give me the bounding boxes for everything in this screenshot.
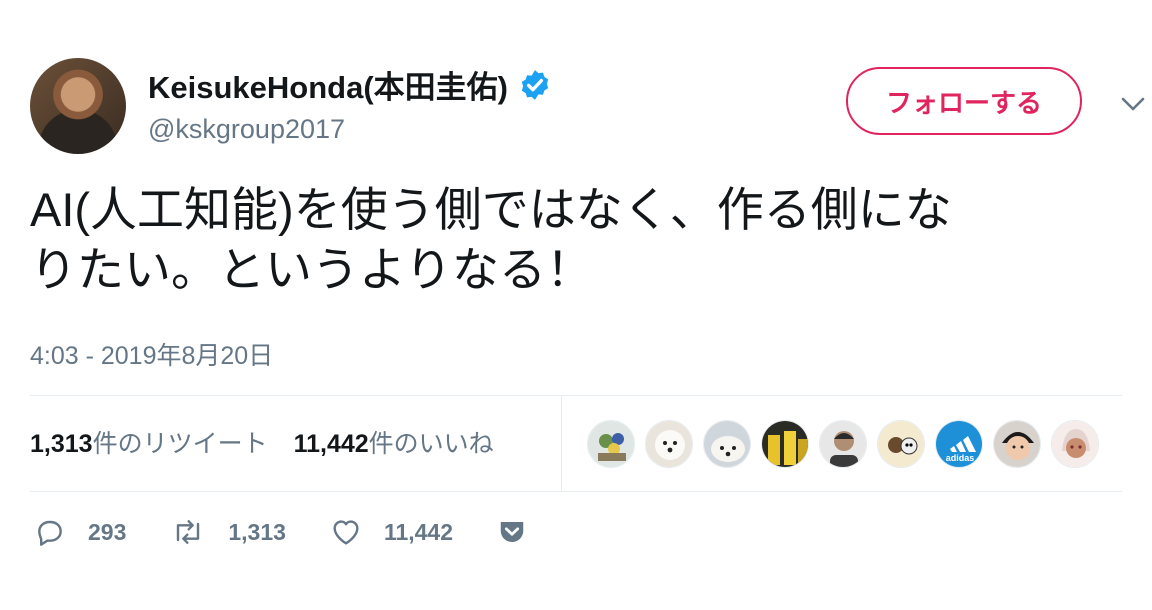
like-count: 11,442 (383, 518, 454, 545)
tweet-actions: 293 1,313 11,442 (34, 516, 571, 548)
retweet-stat-count: 1,313 (30, 430, 93, 458)
baby-avatar[interactable] (993, 420, 1041, 468)
save-button[interactable] (497, 517, 527, 547)
tweet-text-line-2: りたい。というよりなる！ (30, 243, 594, 296)
divider-top (30, 395, 1122, 396)
white-dog-avatar[interactable] (703, 420, 751, 468)
profile-name-row: KeisukeHonda(本田圭佑) (148, 62, 552, 107)
adidas-logo-avatar[interactable]: adidas (935, 420, 983, 468)
verified-badge-icon (521, 69, 549, 100)
retweet-button[interactable]: 1,313 (170, 516, 286, 548)
reply-icon (38, 520, 62, 546)
like-stat-count: 11,442 (293, 430, 369, 458)
reply-button[interactable]: 293 (34, 516, 126, 548)
tweet-timestamp[interactable]: 4:03 - 2019年8月20日 (30, 336, 273, 372)
anime-girl-avatar[interactable] (1051, 420, 1099, 468)
flowers-avatar[interactable] (587, 420, 635, 468)
retweet-icon (177, 520, 200, 544)
chevron-down-icon[interactable] (1118, 94, 1148, 114)
tweet-stats: 1,313件のリツイート 11,442件のいいね (30, 424, 494, 460)
like-stat-label: 件のいいね (368, 430, 494, 458)
like-stat[interactable]: 11,442件のいいね (294, 424, 494, 460)
retweet-stat[interactable]: 1,313件のリツイート (30, 424, 268, 460)
divider-bottom (30, 491, 1122, 492)
pocket-save-icon (500, 522, 524, 542)
tweet-text-line-1: AI(人工知能)を使う側ではなく、作る側にな (30, 183, 952, 236)
user-handle[interactable]: @kskgroup2017 (148, 114, 345, 145)
cartoon-bear-avatar[interactable] (877, 420, 925, 468)
adidas-logo-text: adidas (946, 453, 975, 463)
person-avatar[interactable] (819, 420, 867, 468)
display-name[interactable]: KeisukeHonda(本田圭佑) (148, 62, 508, 107)
like-button[interactable]: 11,442 (330, 516, 453, 548)
soccer-avatar[interactable] (761, 420, 809, 468)
stats-divider (561, 396, 562, 492)
profile-avatar[interactable] (30, 58, 126, 154)
heart-icon (333, 520, 359, 545)
retweet-count: 1,313 (228, 518, 286, 545)
follow-button[interactable]: フォローする (846, 67, 1082, 135)
retweet-stat-label: 件のリツイート (92, 430, 268, 458)
likers-list: adidas (587, 420, 1099, 468)
reply-count: 293 (88, 518, 127, 545)
tweet-text: AI(人工知能)を使う側ではなく、作る側にな りたい。というよりなる！ (30, 180, 1120, 300)
white-dog-avatar[interactable] (645, 420, 693, 468)
